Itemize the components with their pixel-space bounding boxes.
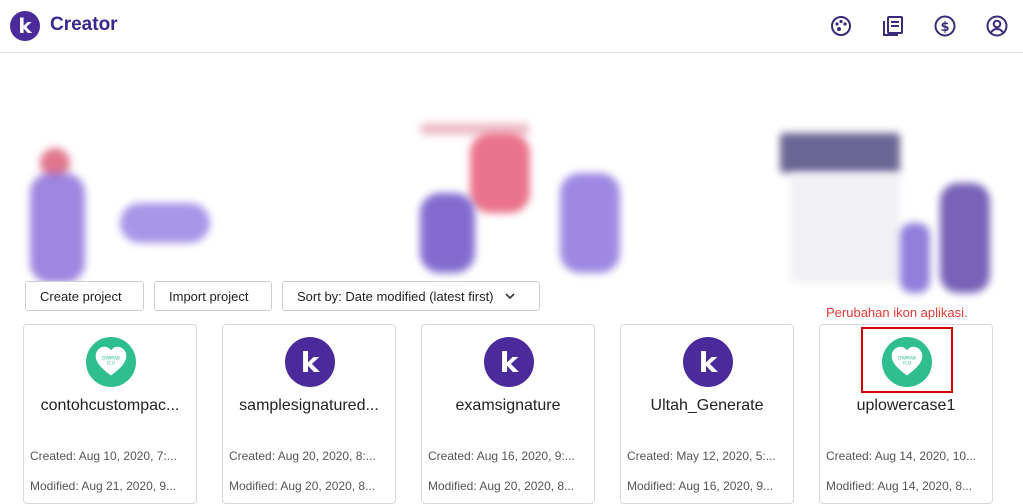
created-date: Created: Aug 14, 2020, 10... <box>826 449 977 463</box>
chevron-down-icon <box>505 293 515 300</box>
created-date: Created: Aug 20, 2020, 8:... <box>229 449 376 463</box>
project-card[interactable]: k Ultah_Generate Created: May 12, 2020, … <box>620 324 794 504</box>
modified-date: Modified: Aug 16, 2020, 9... <box>627 479 774 493</box>
app-k-icon: k <box>484 337 534 387</box>
svg-text:DWMAB: DWMAB <box>102 355 120 361</box>
create-project-button[interactable]: Create project <box>25 281 144 311</box>
app-title: Creator <box>50 14 118 35</box>
created-date: Created: May 12, 2020, 5:... <box>627 449 776 463</box>
svg-text:$: $ <box>940 20 949 35</box>
dollar-icon[interactable]: $ <box>933 14 957 38</box>
svg-text:ICU: ICU <box>107 361 115 367</box>
app-logo[interactable]: k <box>10 11 40 41</box>
palette-icon[interactable] <box>829 14 853 38</box>
project-name: contohcustompac... <box>40 397 180 414</box>
project-card[interactable]: DWMAB ICU contohcustompac... Created: Aug… <box>23 324 197 504</box>
modified-date: Modified: Aug 21, 2020, 9... <box>30 479 177 493</box>
account-icon[interactable] <box>985 14 1009 38</box>
sort-label: Sort by: Date modified (latest first) <box>297 289 494 304</box>
project-name: samplesignatured... <box>239 397 379 414</box>
modified-date: Modified: Aug 14, 2020, 8... <box>826 479 973 493</box>
project-name: uplowercase1 <box>856 397 956 414</box>
hero-illustration <box>0 53 1023 303</box>
header-actions: $ <box>829 14 1009 38</box>
project-name: examsignature <box>455 397 561 414</box>
project-card[interactable]: k samplesignatured... Created: Aug 20, 2… <box>222 324 396 504</box>
modified-date: Modified: Aug 20, 2020, 8... <box>428 479 575 493</box>
annotation-highlight-box <box>861 327 953 393</box>
app-k-icon: k <box>285 337 335 387</box>
created-date: Created: Aug 10, 2020, 7:... <box>30 449 177 463</box>
created-date: Created: Aug 16, 2020, 9:... <box>428 449 575 463</box>
project-name: Ultah_Generate <box>650 397 764 414</box>
app-k-icon: k <box>683 337 733 387</box>
annotation-note: Perubahan ikon aplikasi. <box>826 305 968 320</box>
library-icon[interactable] <box>881 14 905 38</box>
top-bar: k Creator $ <box>0 0 1023 53</box>
app-heart-icon: DWMAB ICU <box>86 337 136 387</box>
project-card[interactable]: k examsignature Created: Aug 16, 2020, 9… <box>421 324 595 504</box>
modified-date: Modified: Aug 20, 2020, 8... <box>229 479 376 493</box>
import-project-button[interactable]: Import project <box>154 281 272 311</box>
sort-dropdown[interactable]: Sort by: Date modified (latest first) <box>282 281 540 311</box>
